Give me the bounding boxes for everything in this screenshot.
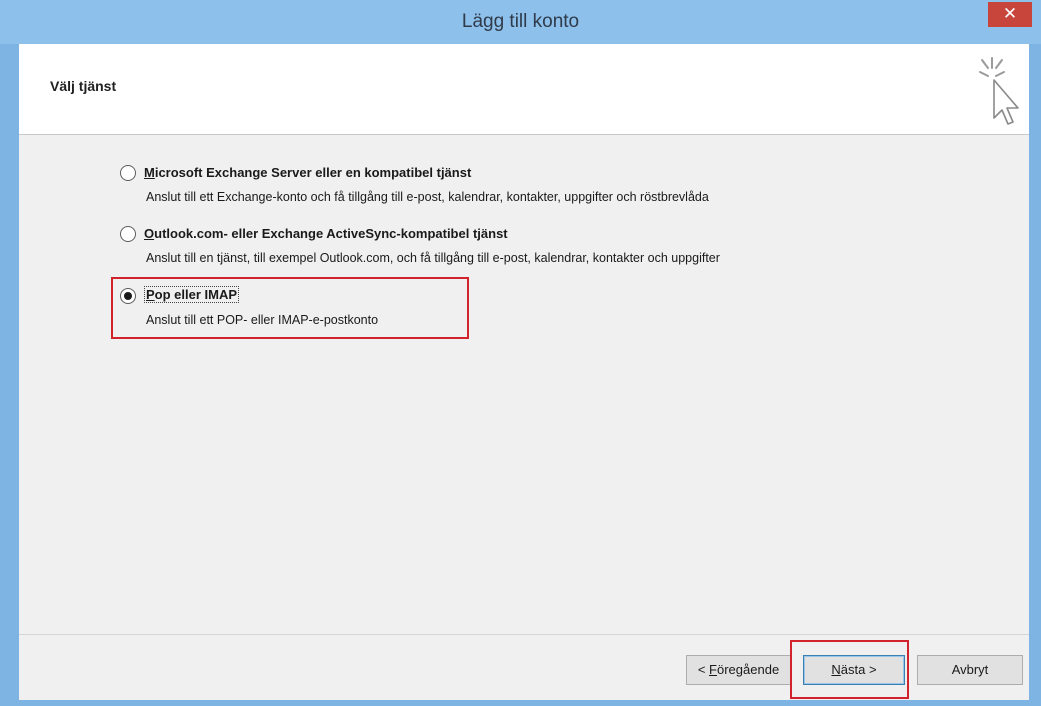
label-text: icrosoft Exchange Server eller en kompat… [154, 165, 472, 180]
dialog-window: Lägg till konto ✕ Välj tjänst Microsoft … [0, 0, 1041, 706]
accelerator-key: O [144, 226, 155, 241]
option-exchange-label[interactable]: Microsoft Exchange Server eller en kompa… [144, 165, 471, 180]
radio-outlook-com[interactable] [120, 226, 136, 242]
option-outlook-com-description: Anslut till en tjänst, till exempel Outl… [146, 251, 720, 265]
title-bar[interactable]: Lägg till konto ✕ [0, 0, 1041, 44]
close-button[interactable]: ✕ [988, 2, 1032, 27]
accelerator-key: M [144, 165, 155, 180]
wizard-cursor-icon [979, 57, 1019, 125]
page-title: Välj tjänst [50, 78, 117, 94]
button-bar: < Föregående Nästa > Avbryt [19, 634, 1029, 700]
option-exchange-description: Anslut till ett Exchange-konto och få ti… [146, 190, 709, 204]
back-label: öregående [717, 662, 780, 677]
window-title: Lägg till konto [461, 11, 580, 32]
option-outlook-com-label[interactable]: Outlook.com- eller Exchange ActiveSync-k… [144, 226, 508, 241]
back-prefix: < [697, 662, 710, 677]
accelerator-key: F [709, 662, 717, 677]
highlight-box-next [790, 640, 909, 699]
wizard-header: Välj tjänst [19, 44, 1029, 135]
highlight-box-pop-imap [111, 277, 469, 339]
cancel-button[interactable]: Avbryt [917, 655, 1023, 685]
radio-exchange[interactable] [120, 165, 136, 181]
back-button[interactable]: < Föregående [686, 655, 791, 685]
close-icon: ✕ [1002, 4, 1018, 23]
dialog-body: Välj tjänst Microsoft Exchange Server el… [19, 44, 1029, 700]
label-text: utlook.com- eller Exchange ActiveSync-ko… [154, 226, 508, 241]
